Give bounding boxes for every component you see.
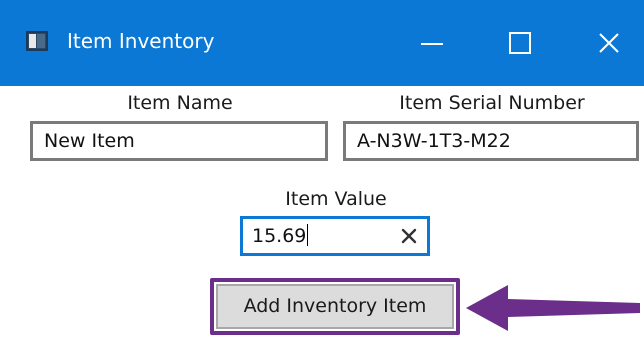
minimize-button[interactable] — [387, 0, 477, 86]
close-icon — [599, 33, 619, 53]
maximize-button[interactable] — [475, 0, 565, 86]
item-value-label: Item Value — [285, 188, 387, 210]
maximize-icon — [509, 32, 531, 54]
clear-x-icon[interactable] — [399, 226, 419, 246]
add-inventory-item-button[interactable]: Add Inventory Item — [216, 284, 454, 329]
item-name-label: Item Name — [127, 92, 233, 114]
minimize-icon — [421, 43, 443, 45]
close-button[interactable] — [564, 0, 644, 86]
item-value-input[interactable]: 15.69 — [240, 216, 430, 256]
window-title: Item Inventory — [67, 29, 215, 53]
item-serial-number-label: Item Serial Number — [399, 92, 585, 114]
app-window-icon — [26, 31, 48, 51]
left-arrow-icon — [466, 285, 640, 331]
item-name-value: New Item — [44, 130, 135, 152]
item-serial-number-input[interactable]: A-N3W-1T3-M22 — [343, 121, 639, 161]
item-inventory-window: Item Inventory Item Name New Item Item S… — [0, 0, 644, 346]
title-bar[interactable]: Item Inventory — [0, 0, 644, 86]
text-caret — [307, 224, 309, 246]
item-value-value: 15.69 — [252, 225, 307, 247]
item-name-input[interactable]: New Item — [30, 121, 328, 161]
item-serial-number-value: A-N3W-1T3-M22 — [357, 130, 511, 152]
